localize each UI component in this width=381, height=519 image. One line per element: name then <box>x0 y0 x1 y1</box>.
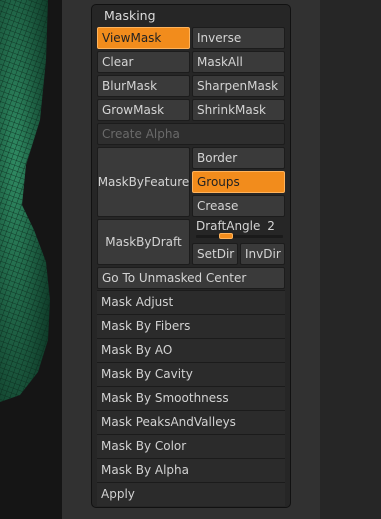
maskall-button[interactable]: MaskAll <box>192 51 285 73</box>
subpalette-item[interactable]: Mask By Fibers <box>97 314 285 338</box>
inverse-button[interactable]: Inverse <box>192 27 285 49</box>
subpalette-item[interactable]: Mask By Cavity <box>97 362 285 386</box>
subpalette-item[interactable]: Apply <box>97 482 285 506</box>
invdir-button[interactable]: InvDir <box>240 243 285 265</box>
create-alpha-button[interactable]: Create Alpha <box>97 123 285 145</box>
viewmask-button[interactable]: ViewMask <box>97 27 190 49</box>
border-button[interactable]: Border <box>192 147 285 169</box>
panel-title[interactable]: Masking <box>104 8 156 23</box>
maskbydraft-button[interactable]: MaskByDraft <box>97 219 190 265</box>
growmask-button[interactable]: GrowMask <box>97 99 190 121</box>
draftangle-track[interactable] <box>196 235 283 238</box>
subpalette-item[interactable]: Mask By Color <box>97 434 285 458</box>
subpalette-item[interactable]: Mask Adjust <box>97 290 285 314</box>
shrinkmask-button[interactable]: ShrinkMask <box>192 99 285 121</box>
maskbyfeature-button[interactable]: MaskByFeature <box>97 147 190 217</box>
draftangle-label: DraftAngle <box>196 219 261 233</box>
masking-subpalette: Masking ViewMask Inverse Clear MaskAll B… <box>91 4 291 508</box>
sharpenmask-button[interactable]: SharpenMask <box>192 75 285 97</box>
setdir-button[interactable]: SetDir <box>192 243 238 265</box>
right-background <box>320 0 381 519</box>
subpalette-item[interactable]: Mask PeaksAndValleys <box>97 410 285 434</box>
subpalette-item[interactable]: Mask By Smoothness <box>97 386 285 410</box>
draftangle-knob[interactable] <box>219 233 234 239</box>
blurmask-button[interactable]: BlurMask <box>97 75 190 97</box>
clear-button[interactable]: Clear <box>97 51 190 73</box>
crease-button[interactable]: Crease <box>192 195 285 217</box>
go-to-unmasked-center-button[interactable]: Go To Unmasked Center <box>97 267 285 289</box>
groups-button[interactable]: Groups <box>192 171 285 193</box>
viewport-canvas[interactable] <box>0 0 62 519</box>
draftangle-value: 2 <box>267 219 275 233</box>
draftangle-slider[interactable]: DraftAngle 2 <box>192 219 285 241</box>
subpalette-item[interactable]: Mask By AO <box>97 338 285 362</box>
model-mesh-image <box>0 0 50 402</box>
subpalette-item[interactable]: Mask By Alpha <box>97 458 285 482</box>
